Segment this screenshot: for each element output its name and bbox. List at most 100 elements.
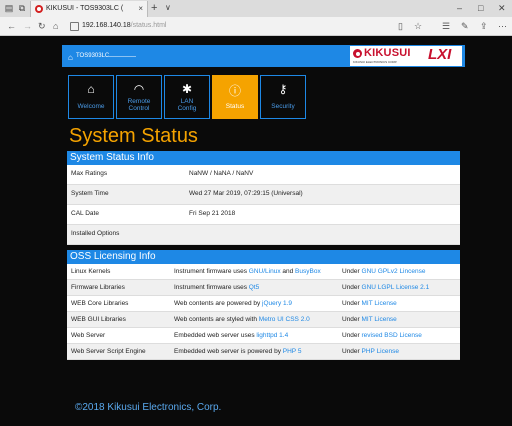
maximize-icon[interactable]: □: [478, 3, 483, 13]
url-host: 192.168.140.18: [82, 22, 131, 29]
row-label: Web Server: [67, 327, 170, 344]
license-link[interactable]: GNU LGPL License 2.1: [362, 284, 430, 291]
lxi-logo: LXI: [428, 46, 452, 63]
row-desc: Web contents are powered by jQuery 1.9: [170, 295, 338, 312]
kikusui-mark-icon: [353, 49, 362, 58]
row-license: Under GNU LGPL License 2.1: [338, 279, 460, 296]
table-row: CAL Date Fri Sep 21 2018: [67, 204, 460, 225]
page-header: ⌂ TOS9303LC KIKUSUI KIKUSUI ELECTRONICS …: [62, 45, 465, 67]
home-icon: ⌂: [87, 82, 95, 96]
gear-icon: ✱: [181, 82, 193, 96]
table-row: System Time Wed 27 Mar 2019, 07:29:15 (Un…: [67, 184, 460, 205]
share-icon[interactable]: ⇪: [480, 21, 488, 32]
tab-list-icon[interactable]: ∨: [165, 3, 171, 12]
logo-subtitle: KIKUSUI ELECTRONICS CORP.: [353, 60, 398, 64]
license-link[interactable]: MIT License: [362, 300, 397, 307]
url-path: /status.html: [130, 22, 167, 29]
row-label: Installed Options: [67, 224, 185, 245]
info-icon: ⓘ: [228, 84, 241, 98]
row-label: CAL Date: [67, 204, 185, 225]
url-field[interactable]: 192.168.140.18/status.html: [70, 20, 370, 32]
row-desc: Instrument firmware uses Qt5: [170, 279, 338, 296]
gauge-icon: ◠: [133, 82, 145, 96]
row-desc: Embedded web server uses lighttpd 1.4: [170, 327, 338, 344]
more-icon[interactable]: ⋯: [498, 21, 507, 32]
oss-link[interactable]: GNU/Linux: [249, 268, 281, 275]
close-window-icon[interactable]: ✕: [498, 3, 506, 14]
table-row: Linux Kernels Instrument firmware uses G…: [67, 264, 460, 280]
nav-tile-status[interactable]: ⓘ Status: [212, 75, 258, 119]
site-info-icon[interactable]: [70, 22, 79, 31]
row-value: NaNW / NaNA / NaNV: [185, 165, 460, 185]
row-label: Firmware Libraries: [67, 279, 170, 296]
lxi-web-page: ⌂ TOS9303LC KIKUSUI KIKUSUI ELECTRONICS …: [62, 35, 465, 426]
oss-link[interactable]: Metro UI CSS 2.0: [259, 316, 310, 323]
row-value: [185, 224, 460, 245]
oss-link[interactable]: BusyBox: [295, 268, 321, 275]
table-row: WEB Core Libraries Web contents are powe…: [67, 295, 460, 312]
system-info-table: Max Ratings NaNW / NaNA / NaNV System Tim…: [67, 165, 460, 245]
row-license: Under GNU GPLv2 Lincense: [338, 264, 460, 280]
notes-icon[interactable]: ✎: [461, 21, 469, 32]
tab-close-icon[interactable]: ×: [138, 4, 143, 13]
table-row: Web Server Script Engine Embedded web se…: [67, 343, 460, 360]
row-desc: Embedded web server is powered by PHP 5: [170, 343, 338, 360]
system-info-heading: System Status Info: [67, 151, 460, 165]
favorites-hub-icon[interactable]: ☰: [442, 21, 450, 32]
page-title: System Status: [69, 125, 198, 147]
home-icon[interactable]: ⌂: [53, 21, 58, 31]
home-icon[interactable]: ⌂: [68, 53, 73, 62]
key-icon: ⚷: [278, 82, 288, 96]
new-tab-icon[interactable]: +: [151, 2, 157, 14]
row-license: Under PHP License: [338, 343, 460, 360]
nav-tile-welcome[interactable]: ⌂ Welcome: [68, 75, 114, 119]
nav-tile-label: Security: [271, 103, 295, 110]
nav-tile-label: Welcome: [77, 103, 105, 110]
row-label: Web Server Script Engine: [67, 343, 170, 360]
logo-brand: KIKUSUI: [364, 47, 411, 59]
minimize-icon[interactable]: –: [457, 3, 462, 13]
tab-actions-icon[interactable]: ▤: [4, 3, 14, 13]
copyright-footer: ©2018 Kikusui Electronics, Corp.: [75, 402, 222, 413]
license-link[interactable]: MIT License: [362, 316, 397, 323]
row-label: Max Ratings: [67, 165, 185, 185]
row-label: WEB GUI Libraries: [67, 311, 170, 328]
device-name: TOS9303LC: [76, 53, 110, 59]
row-license: Under revised BSD License: [338, 327, 460, 344]
nav-tile-lan-config[interactable]: ✱ LAN Config: [164, 75, 210, 119]
row-value: Fri Sep 21 2018: [185, 204, 460, 225]
tab-title: KIKUSUI - TOS9303LC (: [46, 5, 124, 12]
row-license: Under MIT License: [338, 295, 460, 312]
set-aside-tabs-icon[interactable]: ⧉: [17, 3, 27, 13]
oss-info-heading: OSS Licensing Info: [67, 250, 460, 264]
oss-link[interactable]: lighttpd 1.4: [256, 332, 288, 339]
favorite-star-icon[interactable]: ☆: [414, 21, 422, 32]
row-desc: Web contents are styled with Metro UI CS…: [170, 311, 338, 328]
table-row: Firmware Libraries Instrument firmware u…: [67, 279, 460, 296]
reading-view-icon[interactable]: ▯: [398, 21, 403, 32]
oss-info-table: Linux Kernels Instrument firmware uses G…: [67, 264, 460, 360]
row-label: Linux Kernels: [67, 264, 170, 280]
nav-tile-remote-control[interactable]: ◠ Remote Control: [116, 75, 162, 119]
nav-tile-label: Status: [225, 103, 245, 110]
row-value: Wed 27 Mar 2019, 07:29:15 (Universal): [185, 184, 460, 205]
nav-tile-label: Remote Control: [127, 98, 151, 112]
oss-link[interactable]: jQuery 1.9: [262, 300, 292, 307]
browser-tab[interactable]: KIKUSUI - TOS9303LC ( ×: [30, 1, 148, 17]
table-row: Max Ratings NaNW / NaNA / NaNV: [67, 165, 460, 185]
back-icon[interactable]: ←: [7, 21, 16, 31]
license-link[interactable]: GNU GPLv2 Lincense: [362, 268, 426, 275]
header-divider: [108, 56, 136, 57]
refresh-icon[interactable]: ↻: [38, 21, 46, 32]
nav-tile-security[interactable]: ⚷ Security: [260, 75, 306, 119]
license-link[interactable]: revised BSD License: [362, 332, 422, 339]
address-bar-row: ← → ↻ ⌂ 192.168.140.18/status.html ▯ ☆ ☰…: [0, 17, 512, 36]
table-row: Installed Options: [67, 224, 460, 245]
kikusui-favicon-icon: [35, 5, 43, 13]
oss-link[interactable]: PHP 5: [283, 348, 302, 355]
forward-icon[interactable]: →: [23, 21, 32, 31]
row-license: Under MIT License: [338, 311, 460, 328]
kikusui-lxi-logo: KIKUSUI KIKUSUI ELECTRONICS CORP. LXI: [350, 46, 462, 66]
oss-link[interactable]: Qt5: [249, 284, 259, 291]
license-link[interactable]: PHP License: [362, 348, 399, 355]
